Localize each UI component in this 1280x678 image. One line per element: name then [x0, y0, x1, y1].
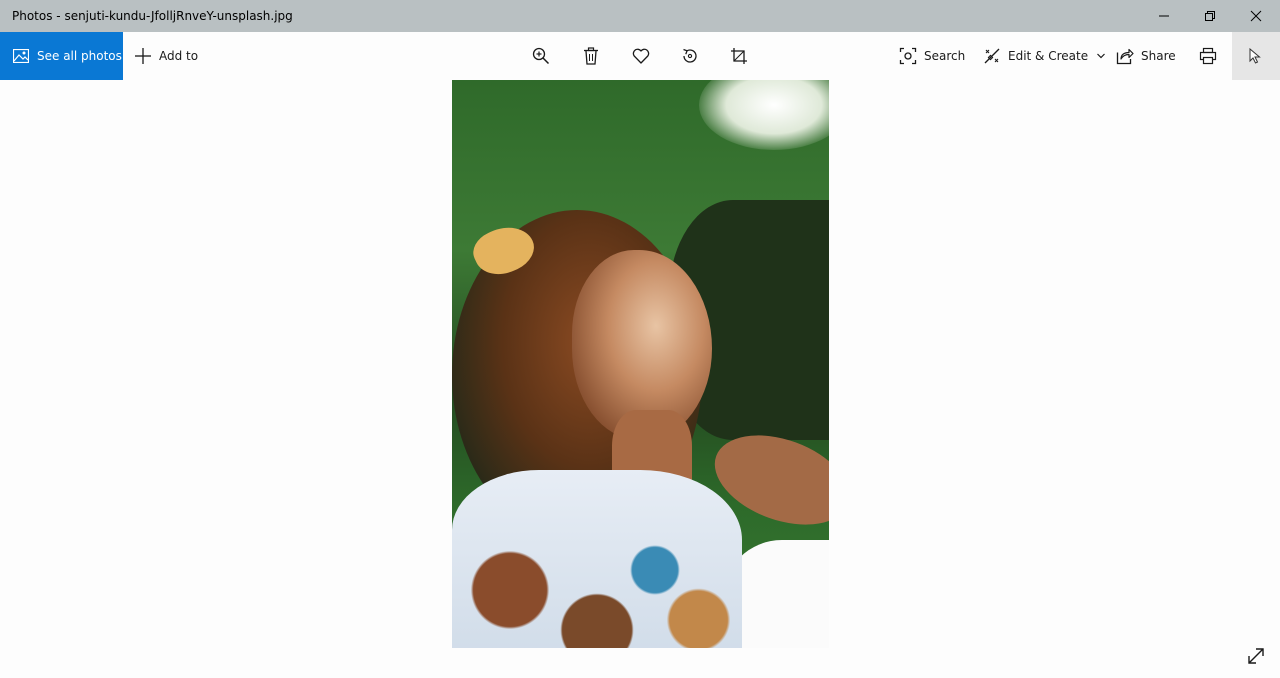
chevron-down-icon [1097, 53, 1106, 59]
heart-icon [632, 48, 650, 64]
photo-dress [452, 470, 742, 648]
delete-icon [584, 47, 598, 65]
close-button[interactable] [1233, 0, 1279, 32]
add-to-button[interactable]: Add to [134, 32, 198, 80]
restore-icon [1205, 11, 1215, 21]
photo-background-light [699, 80, 829, 150]
zoom-button[interactable] [526, 32, 556, 80]
delete-button[interactable] [576, 32, 606, 80]
zoom-icon [532, 47, 550, 65]
plus-icon [135, 48, 151, 64]
edit-create-button[interactable]: Edit & Create [983, 32, 1106, 80]
share-button[interactable]: Share [1116, 32, 1176, 80]
minimize-button[interactable] [1141, 0, 1187, 32]
cursor-icon [1249, 48, 1261, 64]
toolbar: See all photos Add to Search Edit & Crea… [0, 32, 1280, 80]
edit-create-icon [984, 48, 1000, 64]
rotate-icon [683, 48, 697, 63]
edit-create-label: Edit & Create [1008, 49, 1089, 63]
add-to-label: Add to [159, 49, 199, 63]
print-button[interactable] [1193, 32, 1223, 80]
photo-image[interactable] [452, 80, 829, 648]
share-label: Share [1141, 49, 1176, 63]
share-icon [1116, 48, 1134, 65]
restore-button[interactable] [1187, 0, 1233, 32]
fullscreen-button[interactable] [1244, 644, 1268, 668]
title-bar: Photos - senjuti-kundu-JfolljRnveY-unspl… [0, 0, 1280, 32]
see-all-photos-button[interactable]: See all photos [0, 32, 123, 80]
see-all-photos-label: See all photos [37, 49, 122, 63]
expand-icon [1248, 648, 1264, 664]
search-label: Search [924, 49, 966, 63]
search-button[interactable]: Search [899, 32, 965, 80]
close-icon [1250, 10, 1262, 22]
favorite-button[interactable] [626, 32, 656, 80]
print-icon [1199, 47, 1217, 65]
more-button[interactable] [1232, 32, 1280, 80]
rotate-button[interactable] [675, 32, 705, 80]
photos-icon [13, 49, 29, 63]
window-title: Photos - senjuti-kundu-JfolljRnveY-unspl… [12, 9, 293, 23]
crop-button[interactable] [724, 32, 754, 80]
crop-icon [731, 48, 747, 64]
search-icon [899, 47, 917, 65]
minimize-icon [1159, 15, 1169, 17]
